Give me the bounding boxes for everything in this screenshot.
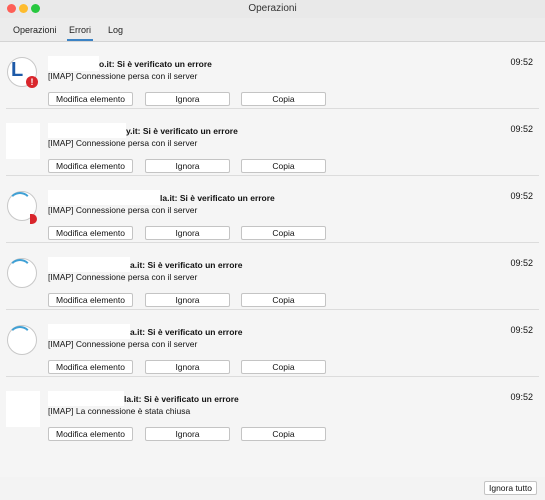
error-title: la.it: Si è verificato un errore — [124, 394, 239, 404]
list-item: la.it: Si è verificato un errore [IMAP] … — [0, 176, 545, 243]
warning-icon — [30, 214, 37, 224]
tab-errori[interactable]: Errori — [67, 25, 93, 41]
error-message: [IMAP] La connessione è stata chiusa — [48, 406, 191, 416]
redacted-account — [48, 324, 130, 339]
redacted-account — [48, 257, 130, 272]
error-message: [IMAP] Connessione persa con il server — [48, 339, 198, 349]
error-message: [IMAP] Connessione persa con il server — [48, 71, 198, 81]
loading-arc-icon — [8, 259, 32, 283]
ignore-button[interactable]: Ignora — [145, 226, 230, 240]
account-avatar — [6, 391, 42, 427]
list-item: L ! o.it: Si è verificato un errore [IMA… — [0, 42, 545, 109]
error-message: [IMAP] Connessione persa con il server — [48, 138, 198, 148]
error-title: o.it: Si è verificato un errore — [99, 59, 212, 69]
tab-log[interactable]: Log — [106, 25, 125, 39]
ignore-button[interactable]: Ignora — [145, 92, 230, 106]
edit-item-button[interactable]: Modifica elemento — [48, 226, 133, 240]
error-title: a.it: Si è verificato un errore — [130, 260, 243, 270]
redacted-account — [48, 391, 124, 406]
account-logo-icon: L — [11, 59, 24, 81]
error-title: a.it: Si è verificato un errore — [130, 327, 243, 337]
account-avatar — [6, 190, 42, 226]
ignore-button[interactable]: Ignora — [145, 159, 230, 173]
ignore-button[interactable]: Ignora — [145, 427, 230, 441]
avatar-placeholder — [6, 391, 40, 427]
redacted-account — [48, 123, 126, 138]
list-item: la.it: Si è verificato un errore [IMAP] … — [0, 377, 545, 444]
loading-arc-icon — [8, 192, 32, 216]
error-time: 09:52 — [510, 258, 533, 268]
account-avatar — [6, 324, 42, 360]
tab-operazioni[interactable]: Operazioni — [11, 25, 59, 39]
error-time: 09:52 — [510, 392, 533, 402]
copy-button[interactable]: Copia — [241, 427, 326, 441]
warning-icon: ! — [26, 76, 38, 88]
error-time: 09:52 — [510, 57, 533, 67]
ignore-all-button[interactable]: Ignora tutto — [484, 481, 537, 495]
tab-bar: Operazioni Errori Log — [0, 18, 545, 42]
error-list: L ! o.it: Si è verificato un errore [IMA… — [0, 42, 545, 477]
redacted-account — [48, 190, 160, 205]
account-avatar — [6, 257, 42, 293]
edit-item-button[interactable]: Modifica elemento — [48, 427, 133, 441]
error-title: la.it: Si è verificato un errore — [160, 193, 275, 203]
edit-item-button[interactable]: Modifica elemento — [48, 159, 133, 173]
redacted-account — [48, 56, 99, 71]
list-item: a.it: Si è verificato un errore [IMAP] C… — [0, 310, 545, 377]
list-item: a.it: Si è verificato un errore [IMAP] C… — [0, 243, 545, 310]
account-avatar — [6, 123, 42, 159]
edit-item-button[interactable]: Modifica elemento — [48, 293, 133, 307]
account-avatar: L ! — [6, 56, 42, 92]
error-message: [IMAP] Connessione persa con il server — [48, 272, 198, 282]
ignore-button[interactable]: Ignora — [145, 293, 230, 307]
copy-button[interactable]: Copia — [241, 226, 326, 240]
copy-button[interactable]: Copia — [241, 293, 326, 307]
avatar-placeholder — [6, 123, 40, 159]
ignore-button[interactable]: Ignora — [145, 360, 230, 374]
window-title: Operazioni — [248, 3, 297, 14]
loading-arc-icon — [8, 326, 32, 350]
copy-button[interactable]: Copia — [241, 360, 326, 374]
copy-button[interactable]: Copia — [241, 92, 326, 106]
error-time: 09:52 — [510, 325, 533, 335]
error-message: [IMAP] Connessione persa con il server — [48, 205, 198, 215]
edit-item-button[interactable]: Modifica elemento — [48, 360, 133, 374]
title-bar: Operazioni — [0, 0, 545, 18]
list-item: y.it: Si è verificato un errore [IMAP] C… — [0, 109, 545, 176]
error-time: 09:52 — [510, 191, 533, 201]
error-title: y.it: Si è verificato un errore — [126, 126, 238, 136]
copy-button[interactable]: Copia — [241, 159, 326, 173]
edit-item-button[interactable]: Modifica elemento — [48, 92, 133, 106]
error-time: 09:52 — [510, 124, 533, 134]
